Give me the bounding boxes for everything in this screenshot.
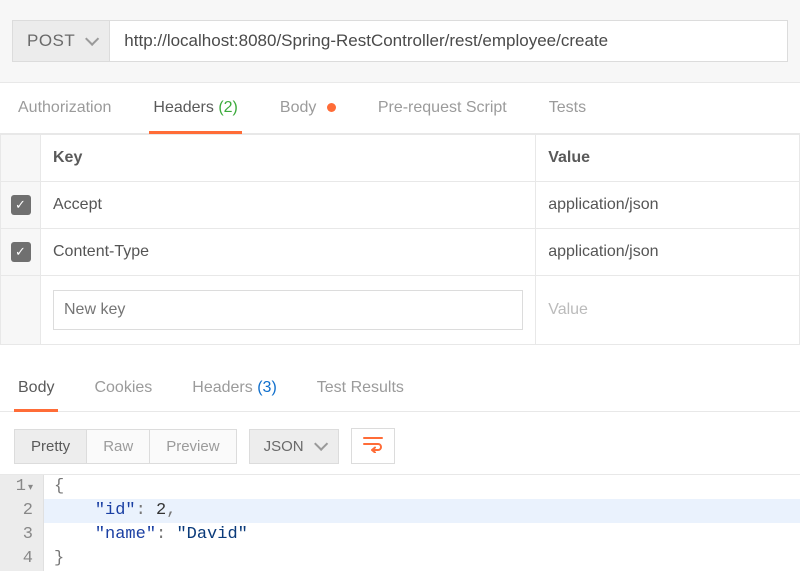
resp-tab-body[interactable]: Body bbox=[14, 365, 58, 411]
body-toolbar: Pretty Raw Preview JSON bbox=[0, 412, 800, 474]
header-row: ✓ Content-Type application/json bbox=[1, 229, 800, 276]
tab-authorization[interactable]: Authorization bbox=[14, 83, 115, 133]
resp-tab-test-results[interactable]: Test Results bbox=[313, 365, 408, 411]
request-tabs: Authorization Headers (2) Body Pre-reque… bbox=[0, 83, 800, 134]
headers-table: Key Value ✓ Accept application/json ✓ Co… bbox=[0, 134, 800, 345]
new-value-placeholder[interactable]: Value bbox=[548, 301, 588, 318]
col-key: Key bbox=[41, 135, 536, 182]
tab-tests[interactable]: Tests bbox=[545, 83, 590, 133]
unsaved-dot-icon bbox=[327, 103, 336, 112]
request-row: POST bbox=[0, 0, 800, 83]
new-key-input[interactable] bbox=[53, 290, 523, 330]
tab-headers-label: Headers bbox=[153, 99, 213, 116]
wrap-lines-button[interactable] bbox=[351, 428, 395, 464]
row-checkbox[interactable]: ✓ bbox=[11, 195, 31, 215]
header-key[interactable]: Accept bbox=[41, 182, 536, 229]
response-body-editor[interactable]: 1▾ { 2 "id": 2, 3 "name": "David" 4 } bbox=[0, 474, 800, 571]
col-value: Value bbox=[536, 135, 800, 182]
header-value[interactable]: application/json bbox=[536, 182, 800, 229]
header-key[interactable]: Content-Type bbox=[41, 229, 536, 276]
http-method-select[interactable]: POST bbox=[12, 20, 110, 62]
resp-headers-count: (3) bbox=[257, 379, 277, 396]
view-mode-group: Pretty Raw Preview bbox=[14, 429, 237, 464]
header-value[interactable]: application/json bbox=[536, 229, 800, 276]
chevron-down-icon bbox=[314, 437, 328, 451]
resp-tab-cookies[interactable]: Cookies bbox=[90, 365, 156, 411]
header-row: ✓ Accept application/json bbox=[1, 182, 800, 229]
view-preview-button[interactable]: Preview bbox=[150, 430, 235, 463]
tab-headers[interactable]: Headers (2) bbox=[149, 83, 242, 133]
http-method-label: POST bbox=[27, 31, 75, 51]
url-input[interactable] bbox=[110, 20, 788, 62]
checkbox-header bbox=[1, 135, 41, 182]
wrap-icon bbox=[362, 435, 384, 453]
header-row-new: Value bbox=[1, 276, 800, 345]
view-raw-button[interactable]: Raw bbox=[87, 430, 150, 463]
chevron-down-icon bbox=[85, 32, 99, 46]
format-select[interactable]: JSON bbox=[249, 429, 339, 464]
resp-tab-headers[interactable]: Headers (3) bbox=[188, 365, 281, 411]
row-checkbox[interactable]: ✓ bbox=[11, 242, 31, 262]
tab-prerequest[interactable]: Pre-request Script bbox=[374, 83, 511, 133]
headers-count: (2) bbox=[218, 99, 238, 116]
view-pretty-button[interactable]: Pretty bbox=[15, 430, 87, 463]
tab-body[interactable]: Body bbox=[276, 83, 340, 133]
response-tabs: Body Cookies Headers (3) Test Results bbox=[0, 365, 800, 412]
